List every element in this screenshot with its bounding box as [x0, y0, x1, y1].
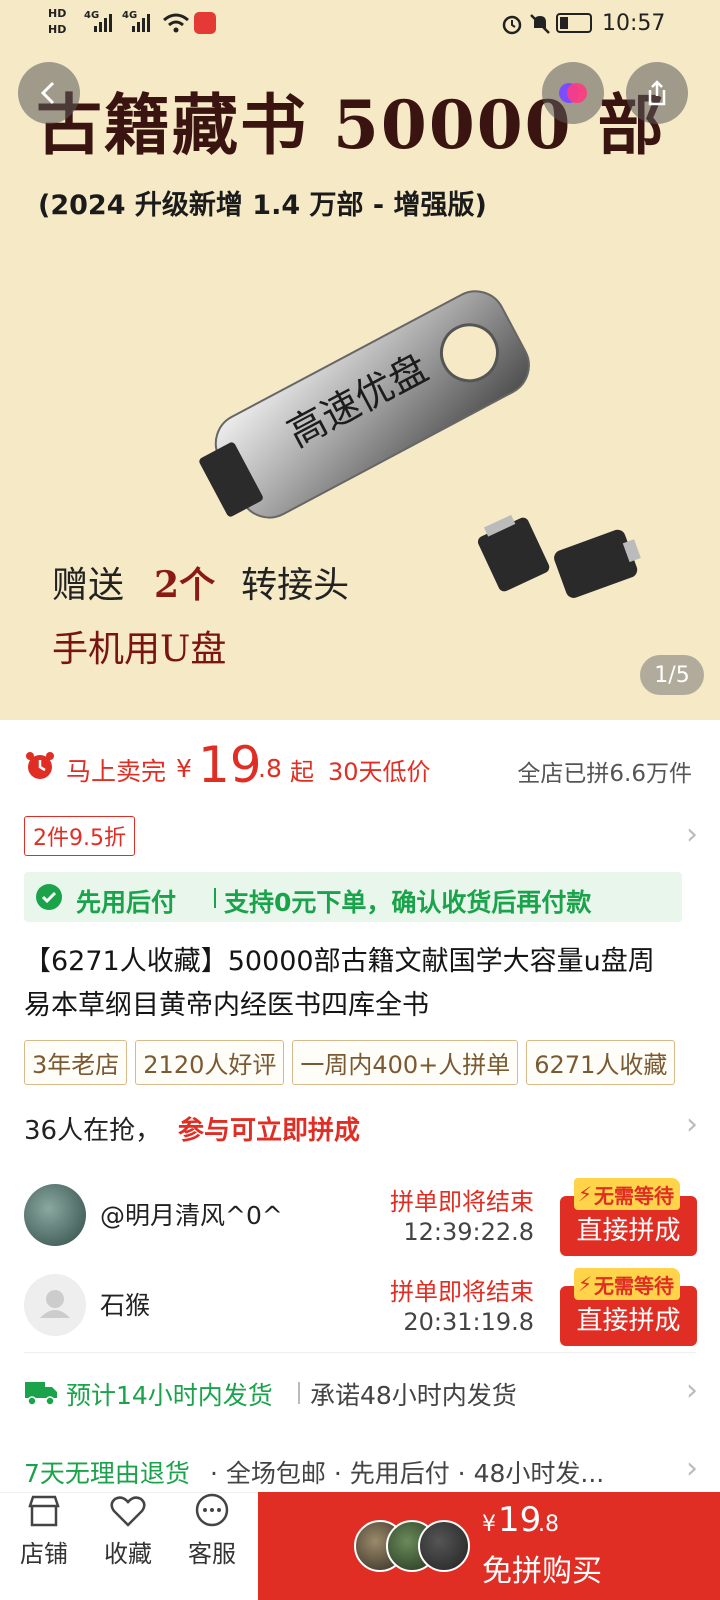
- lightning-icon: ⚡: [578, 1182, 593, 1206]
- app-notification-icon: [194, 12, 216, 34]
- hd-indicator-1: HD: [48, 7, 67, 20]
- service-label: 客服: [188, 1540, 236, 1568]
- price-row: 马上卖完 ¥ 19 .8 起 30天低价 全店已拼6.6万件: [0, 736, 720, 800]
- gift-qty: 2个: [154, 564, 216, 606]
- store-sold-count: 全店已拼6.6万件: [517, 761, 692, 787]
- default-user-icon: [40, 1290, 70, 1318]
- low-price-label: 30天低价: [328, 758, 431, 786]
- signal-icon: [94, 14, 112, 32]
- no-wait-label: 无需等待: [594, 1183, 675, 1208]
- mute-icon: [530, 14, 550, 34]
- shipping-row[interactable]: 预计14小时内发货 承诺48小时内发货 ›: [0, 1368, 720, 1418]
- product-title: 【6271人收藏】50000部古籍文献国学大容量u盘周易本草纲目黄帝内经医书四库…: [24, 946, 655, 1021]
- share-icon: [648, 80, 666, 106]
- chevron-right-icon: ›: [686, 1107, 698, 1142]
- share-button[interactable]: [626, 62, 688, 124]
- store-icon: [28, 1495, 60, 1527]
- price-integer: 19: [198, 736, 262, 794]
- wifi-icon: [163, 13, 189, 33]
- order-countdown: 20:31:19.8: [403, 1308, 534, 1336]
- hd-indicator-2: HD: [48, 23, 67, 36]
- no-wait-badge: ⚡ 无需等待: [574, 1178, 681, 1210]
- join-button-label: 直接拼成: [576, 1216, 681, 1246]
- tag-weekly-orders: 一周内400+人拼单: [292, 1040, 519, 1085]
- price-decimal: .8: [258, 754, 282, 783]
- favorite-label: 收藏: [104, 1540, 152, 1568]
- avatar: [24, 1184, 86, 1246]
- flash-sale-label: 马上卖完: [66, 757, 167, 786]
- pay-later-icon: [36, 884, 62, 910]
- avatar: [418, 1520, 470, 1572]
- chat-icon: [195, 1493, 229, 1527]
- tag-store-age: 3年老店: [24, 1040, 128, 1085]
- hero-subtitle: (2024 升级新增 1.4 万部 - 增强版): [38, 190, 487, 221]
- assistant-icon: [559, 83, 587, 103]
- order-ending-label: 拼单即将结束: [390, 1188, 534, 1216]
- chevron-right-icon: ›: [686, 1373, 698, 1408]
- chevron-right-icon: ›: [686, 1451, 698, 1486]
- divider: [24, 1352, 696, 1353]
- avatar: [24, 1274, 86, 1336]
- return-policy: 7天无理由退货: [24, 1459, 190, 1488]
- group-buy-header[interactable]: 36人在抢， 参与可立即拼成 ›: [0, 1104, 720, 1154]
- order-ending-label: 拼单即将结束: [390, 1278, 534, 1306]
- favorite-tab[interactable]: 收藏: [88, 1492, 168, 1569]
- otg-adapter-image: [478, 514, 641, 598]
- product-image-carousel[interactable]: 高速优盘 古籍藏书 50000 部 (2024 升级新增 1.4 万部 - 增强…: [0, 0, 720, 720]
- currency-symbol: ¥: [176, 754, 192, 783]
- pay-later-label: 先用后付: [76, 888, 177, 917]
- service-items: · 全场包邮 · 先用后付 · 48小时发...: [210, 1459, 605, 1488]
- no-wait-badge: ⚡ 无需等待: [574, 1268, 681, 1300]
- alarm-clock-icon: [26, 752, 54, 779]
- tags-row: 3年老店 2120人好评 一周内400+人拼单 6271人收藏: [24, 1040, 720, 1085]
- signal-icon-2: [132, 14, 150, 32]
- clock: 10:57: [602, 11, 666, 36]
- order-user-name: 石猴: [100, 1291, 151, 1320]
- buy-now-button[interactable]: ¥ 19 .8 免拼购买: [258, 1492, 720, 1600]
- hero-phone-usb: 手机用U盘: [52, 629, 227, 670]
- customer-service-tab[interactable]: 客服: [172, 1492, 252, 1569]
- back-button[interactable]: [18, 62, 80, 124]
- services-row[interactable]: 7天无理由退货 · 全场包邮 · 先用后付 · 48小时发... ›: [0, 1444, 720, 1494]
- tag-favorites: 6271人收藏: [526, 1040, 676, 1085]
- store-label: 店铺: [20, 1540, 68, 1568]
- truck-icon: [25, 1382, 57, 1406]
- join-button-label: 直接拼成: [576, 1306, 681, 1336]
- back-arrow-icon: [40, 81, 55, 105]
- tag-reviews: 2120人好评: [135, 1040, 285, 1085]
- battery-icon: [556, 13, 592, 33]
- pay-later-desc: 支持0元下单，确认收货后再付款: [224, 888, 592, 917]
- heart-icon: [110, 1496, 146, 1527]
- shipping-promise: 承诺48小时内发货: [310, 1381, 517, 1410]
- shipping-estimate: 预计14小时内发货: [66, 1381, 273, 1410]
- group-order-item: 石猴 拼单即将结束 20:31:19.8 直接拼成 ⚡ 无需等待: [0, 1258, 720, 1348]
- price-suffix: 起: [290, 758, 314, 786]
- lightning-icon: ⚡: [578, 1272, 593, 1296]
- buy-price: 19: [498, 1500, 542, 1540]
- buy-currency: ¥: [482, 1512, 496, 1537]
- alarm-icon: [502, 15, 522, 35]
- image-pager: 1/5: [640, 655, 704, 695]
- gift-suffix: 转接头: [241, 565, 350, 606]
- gift-prefix: 赠送: [52, 565, 125, 606]
- order-countdown: 12:39:22.8: [403, 1218, 534, 1246]
- buy-label: 免拼购买: [482, 1554, 602, 1589]
- chevron-right-icon: ›: [686, 817, 698, 852]
- hero-gift-text: 赠送 2个 转接头: [52, 556, 349, 608]
- group-join-text: 参与可立即拼成: [178, 1116, 361, 1146]
- group-order-item: @明月清风^0^ 拼单即将结束 12:39:22.8 直接拼成 ⚡ 无需等待: [0, 1168, 720, 1258]
- group-count-text: 36人在抢，: [24, 1116, 162, 1146]
- no-wait-label: 无需等待: [594, 1273, 675, 1298]
- pay-later-banner[interactable]: 先用后付 支持0元下单，确认收货后再付款: [24, 872, 682, 922]
- discount-tag: 2件9.5折: [24, 816, 135, 856]
- discount-row[interactable]: 2件9.5折 ›: [0, 812, 720, 858]
- store-tab[interactable]: 店铺: [4, 1492, 84, 1569]
- order-user-name: @明月清风^0^: [100, 1201, 283, 1230]
- assistant-button[interactable]: [542, 62, 604, 124]
- status-bar: HD HD 4G 4G 10:57: [0, 0, 720, 48]
- buy-decimal: .8: [538, 1512, 559, 1537]
